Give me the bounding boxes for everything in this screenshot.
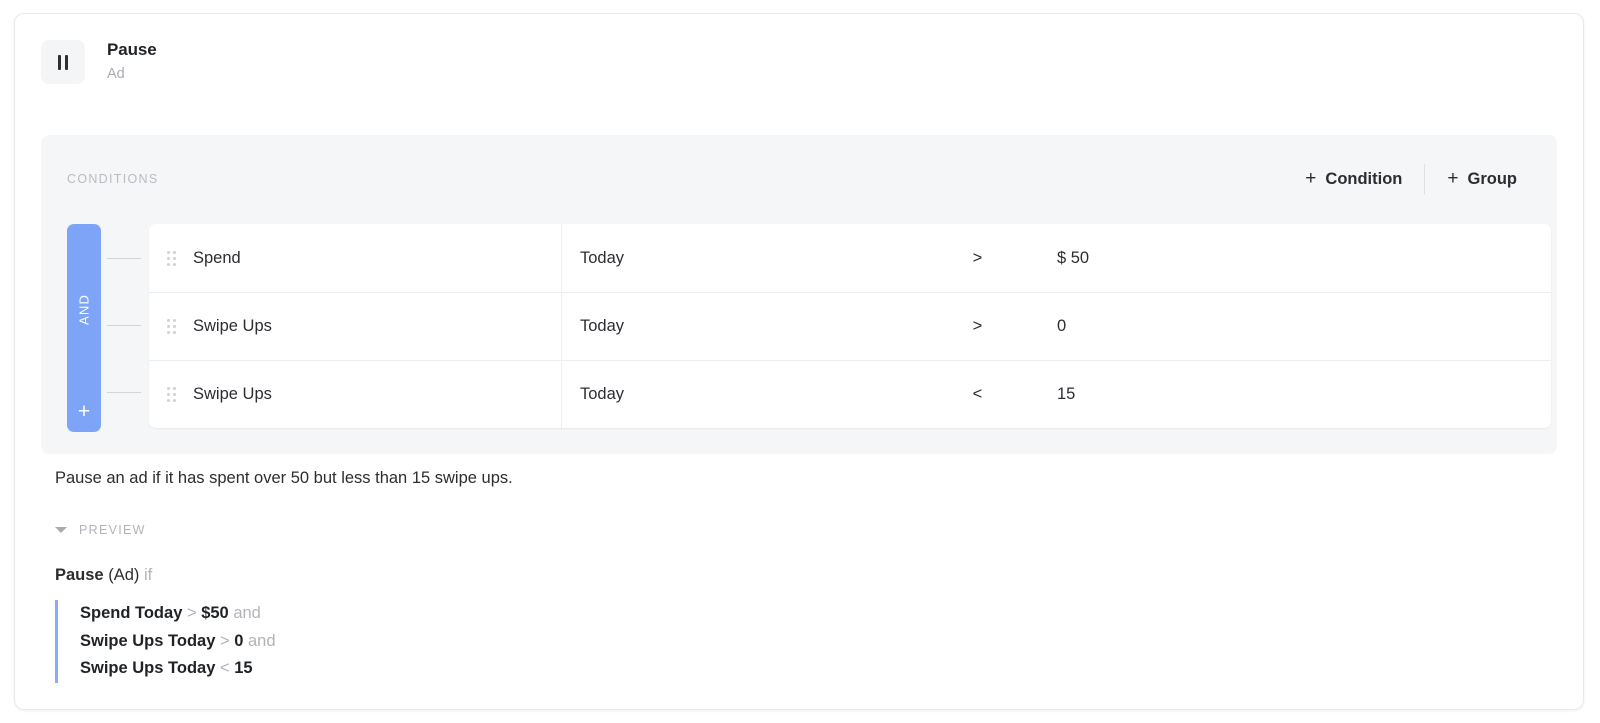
condition-window-select[interactable]: Today (561, 293, 916, 360)
rule-header: Pause Ad (15, 14, 1583, 110)
table-row: Spend Today > $ 50 (149, 224, 1551, 292)
condition-metric-select[interactable]: Swipe Ups (193, 385, 561, 404)
conditions-label: CONDITIONS (67, 172, 159, 186)
drag-handle-icon[interactable] (149, 387, 193, 402)
pause-glyph (58, 54, 68, 70)
list-item: Swipe Ups Today > 0 and (80, 628, 276, 656)
condition-window-select[interactable]: Today (561, 224, 916, 292)
rule-description: Pause an ad if it has spent over 50 but … (55, 469, 513, 487)
automation-rule-card: Pause Ad CONDITIONS + Condition + Group … (14, 13, 1584, 710)
add-condition-to-group-button[interactable]: + (67, 396, 101, 426)
and-group-rail[interactable]: AND + (67, 224, 101, 432)
list-item: Swipe Ups Today < 15 (80, 655, 276, 683)
preview-headline: Pause (Ad) if (55, 564, 152, 586)
conditions-panel: CONDITIONS + Condition + Group AND + Spe… (41, 135, 1557, 454)
preview-if-keyword: if (143, 566, 153, 584)
add-condition-label: Condition (1325, 169, 1403, 188)
add-group-label: Group (1467, 169, 1518, 188)
add-group-button[interactable]: + Group (1433, 167, 1531, 189)
preview-action: Pause (55, 566, 104, 584)
plus-icon: + (1305, 167, 1317, 189)
list-item: Spend Today > $50 and (80, 600, 276, 628)
table-row: Swipe Ups Today < 15 (149, 360, 1551, 428)
condition-value-input[interactable]: 15 (1039, 385, 1551, 404)
preview-value: $50 (201, 604, 229, 622)
conditions-actions: + Condition + Group (1291, 164, 1531, 194)
preview-value: 15 (234, 659, 253, 677)
preview-conditions-list: Spend Today > $50 and Swipe Ups Today > … (55, 600, 276, 683)
preview-label: PREVIEW (79, 523, 146, 537)
preview-subject: Swipe Ups Today (80, 659, 216, 677)
condition-value-input[interactable]: 0 (1039, 317, 1551, 336)
divider (1424, 164, 1426, 194)
table-row: Swipe Ups Today > 0 (149, 292, 1551, 360)
page-title: Pause (107, 40, 157, 59)
rule-header-text: Pause Ad (107, 39, 157, 85)
add-condition-button[interactable]: + Condition (1291, 167, 1416, 189)
group-connector-lines (101, 224, 149, 432)
condition-value-input[interactable]: $ 50 (1039, 249, 1551, 268)
conditions-toolbar: CONDITIONS + Condition + Group (41, 135, 1557, 223)
condition-window-select[interactable]: Today (561, 361, 916, 428)
pause-icon (41, 40, 85, 84)
preview-conjunction: and (233, 604, 261, 622)
plus-icon: + (1447, 167, 1459, 189)
condition-metric-select[interactable]: Spend (193, 249, 561, 268)
preview-operator: < (219, 659, 230, 677)
condition-rows: Spend Today > $ 50 Swipe Ups Today > 0 S… (149, 224, 1551, 428)
preview-subject: Spend Today (80, 604, 183, 622)
preview-subject: Swipe Ups Today (80, 631, 216, 650)
and-logic-label: AND (76, 293, 92, 325)
preview-operator: > (219, 631, 230, 650)
condition-operator-select[interactable]: < (916, 385, 1039, 404)
condition-group: AND + Spend Today > $ 50 Swipe Ups Today… (67, 224, 1551, 432)
drag-handle-icon[interactable] (149, 250, 193, 266)
preview-conjunction: and (248, 631, 276, 650)
condition-operator-select[interactable]: > (916, 317, 1039, 336)
condition-metric-select[interactable]: Swipe Ups (193, 317, 561, 336)
preview-level: (Ad) (108, 566, 140, 584)
drag-handle-icon[interactable] (149, 319, 193, 334)
rule-level-label: Ad (107, 66, 125, 82)
preview-toggle[interactable]: PREVIEW (55, 523, 146, 537)
caret-down-icon (55, 527, 67, 533)
preview-operator: > (186, 604, 197, 622)
condition-operator-select[interactable]: > (916, 249, 1039, 268)
